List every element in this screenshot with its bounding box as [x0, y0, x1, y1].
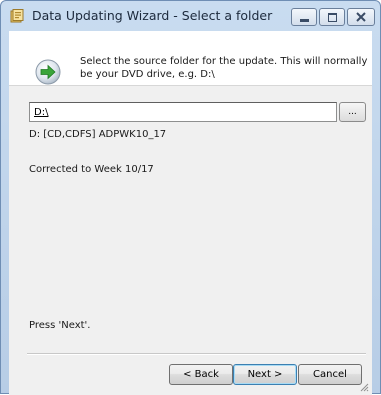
maximize-button[interactable]	[319, 8, 345, 26]
browse-button[interactable]: ...	[339, 102, 366, 122]
drive-info-label: D: [CD,CDFS] ADPWK10_17	[29, 129, 167, 140]
resize-grip-icon[interactable]	[359, 382, 369, 392]
minimize-button[interactable]	[291, 8, 317, 26]
wizard-body: Select the source folder for the update.…	[9, 31, 372, 395]
green-arrow-disc-icon	[35, 59, 61, 85]
close-icon	[356, 12, 366, 22]
window-title: Data Updating Wizard - Select a folder	[32, 8, 273, 23]
corrected-info-label: Corrected to Week 10/17	[29, 164, 154, 175]
cancel-button[interactable]: Cancel	[298, 364, 362, 385]
title-bar[interactable]: Data Updating Wizard - Select a folder	[1, 1, 380, 31]
instruction-text: Select the source folder for the update.…	[80, 56, 368, 80]
folder-path-input[interactable]	[29, 102, 337, 122]
wizard-window: Data Updating Wizard - Select a folder S…	[0, 0, 381, 395]
wizard-header: Select the source folder for the update.…	[9, 31, 372, 86]
hint-label: Press 'Next'.	[29, 320, 91, 331]
next-button[interactable]: Next >	[233, 364, 297, 385]
back-button[interactable]: < Back	[169, 364, 233, 385]
close-button[interactable]	[347, 8, 375, 26]
separator	[27, 353, 366, 355]
wizard-app-icon	[10, 9, 24, 23]
